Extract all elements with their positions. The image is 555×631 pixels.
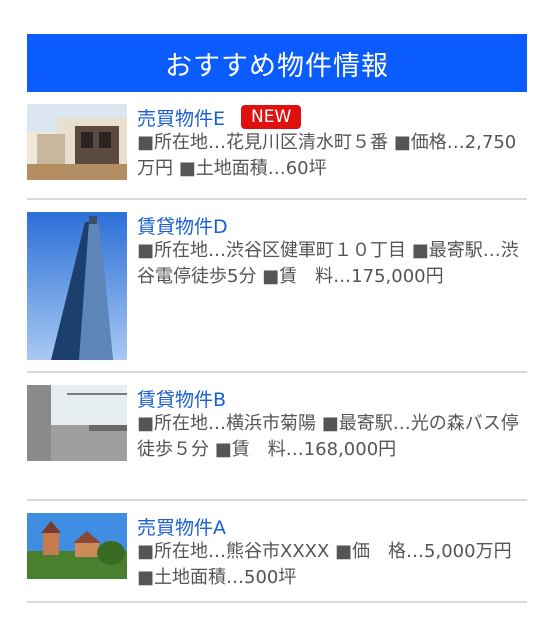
list-item: 売買物件A ■所在地…熊谷市XXXX ■価 格…5,000万円 ■土地面積…50… — [27, 501, 527, 603]
property-thumbnail-e[interactable] — [27, 104, 127, 180]
widget-title: おすすめ物件情報 — [165, 50, 389, 82]
property-list: 売買物件E NEW ■所在地…花見川区清水町５番 ■価格…2,750万円 ■土地… — [27, 92, 527, 603]
property-title-link[interactable]: 賃貸物件B — [137, 385, 226, 412]
title-row: 賃貸物件D — [137, 212, 527, 238]
new-badge: NEW — [241, 105, 302, 129]
property-thumbnail-b[interactable] — [27, 385, 127, 461]
property-thumbnail-a[interactable] — [27, 513, 127, 579]
building-photo-icon — [27, 104, 127, 180]
title-row: 売買物件A — [137, 513, 527, 539]
property-thumbnail-d[interactable] — [27, 212, 127, 360]
recommended-properties-widget: おすすめ物件情報 売買物件E NEW ■所在地…花見川区清水町５番 ■価格…2,… — [27, 34, 527, 603]
title-row: 売買物件E NEW — [137, 104, 527, 130]
list-item: 賃貸物件B ■所在地…横浜市菊陽 ■最寄駅…光の森バス停徒歩５分 ■賃 料…16… — [27, 373, 527, 501]
title-row: 賃貸物件B — [137, 385, 527, 411]
widget-header: おすすめ物件情報 — [27, 34, 527, 92]
castle-photo-icon — [27, 513, 127, 579]
property-title-link[interactable]: 売買物件E — [137, 104, 225, 131]
property-title-link[interactable]: 売買物件A — [137, 513, 226, 540]
property-title-link[interactable]: 賃貸物件D — [137, 212, 228, 239]
list-item: 賃貸物件D ■所在地…渋谷区健軍町１０丁目 ■最寄駅…渋谷電停徒歩5分 ■賃 料… — [27, 200, 527, 373]
interior-photo-icon — [27, 385, 127, 461]
list-item: 売買物件E NEW ■所在地…花見川区清水町５番 ■価格…2,750万円 ■土地… — [27, 92, 527, 200]
tower-photo-icon — [27, 212, 127, 360]
